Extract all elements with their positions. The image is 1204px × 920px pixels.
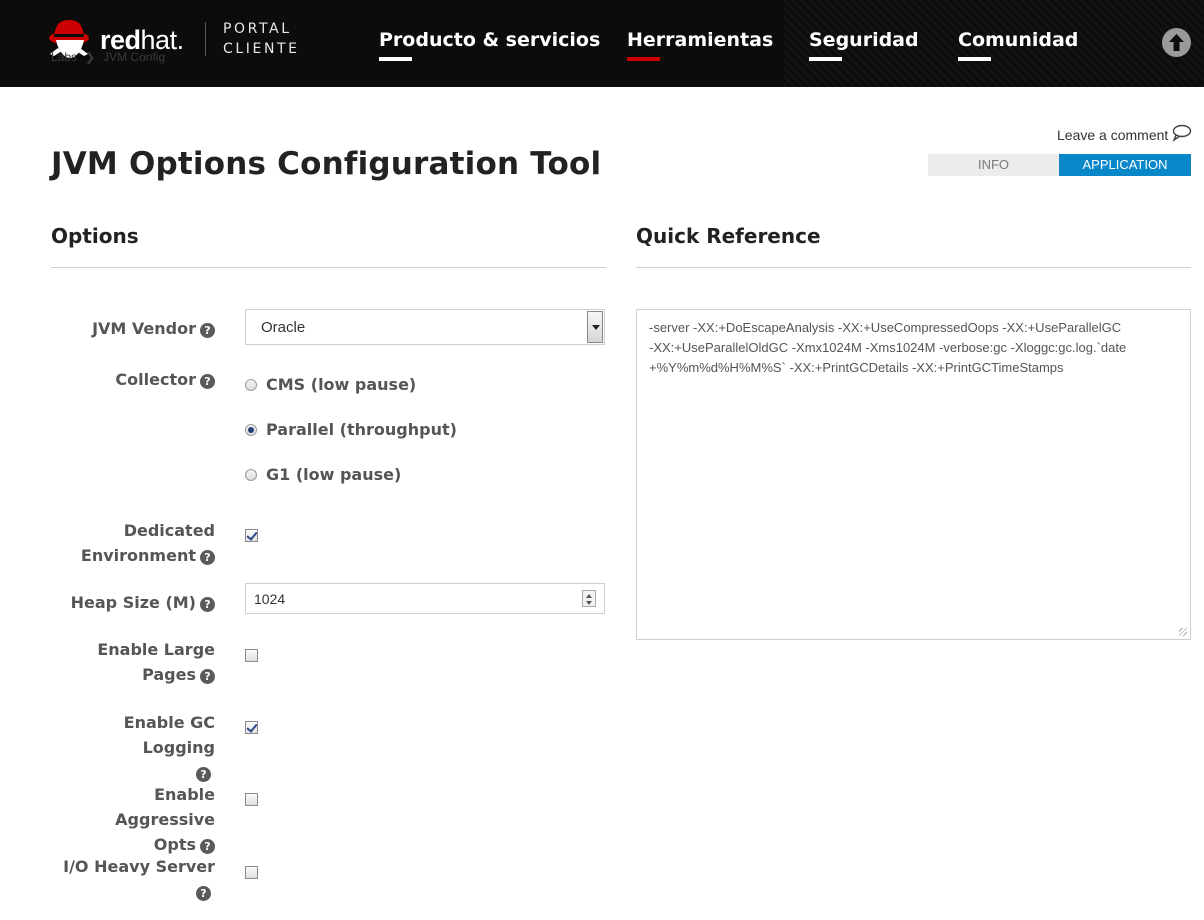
heap-size-label: Heap Size (M)? bbox=[51, 590, 215, 615]
help-icon[interactable]: ? bbox=[200, 597, 215, 612]
gc-logging-label: Enable GC Logging ? bbox=[51, 710, 215, 785]
collector-cms-radio[interactable] bbox=[245, 379, 257, 391]
large-pages-label-line-2: Pages bbox=[142, 665, 196, 684]
chevron-down-icon[interactable] bbox=[587, 311, 603, 343]
aggressive-opts-checkbox[interactable] bbox=[245, 793, 258, 806]
arrow-up-circle-icon[interactable] bbox=[1162, 28, 1191, 57]
jvm-options-line: -XX:+UseParallelOldGC -Xmx1024M -Xms1024… bbox=[649, 340, 1127, 355]
heap-size-input[interactable]: 1024 bbox=[245, 583, 605, 614]
jvm-vendor-label: JVM Vendor? bbox=[51, 316, 215, 341]
tab-info[interactable]: INFO bbox=[928, 154, 1059, 176]
large-pages-label-line-1: Enable Large bbox=[97, 640, 215, 659]
header-divider bbox=[205, 22, 206, 56]
help-icon[interactable]: ? bbox=[200, 839, 215, 854]
nav-seguridad[interactable]: Seguridad bbox=[809, 29, 919, 51]
collector-parallel-radio[interactable] bbox=[245, 424, 257, 436]
tab-application[interactable]: APPLICATION bbox=[1059, 154, 1191, 176]
top-navigation-bar: redhat. PORTAL CLIENTE Labs ❯ JVM Config P… bbox=[0, 0, 1204, 87]
nav-producto-servicios[interactable]: Producto & servicios bbox=[379, 29, 600, 51]
gc-logging-checkbox[interactable] bbox=[245, 721, 258, 734]
nav-herramientas[interactable]: Herramientas bbox=[627, 29, 773, 51]
dedicated-label-line-2: Environment bbox=[80, 546, 196, 565]
portal-line-1: PORTAL bbox=[223, 21, 292, 37]
help-icon[interactable]: ? bbox=[196, 886, 211, 901]
page-title: JVM Options Configuration Tool bbox=[51, 146, 602, 182]
help-icon[interactable]: ? bbox=[200, 669, 215, 684]
jvm-vendor-value: Oracle bbox=[261, 319, 306, 336]
view-tabs: INFO APPLICATION bbox=[928, 154, 1191, 176]
aggressive-label-line-2: Opts bbox=[153, 835, 196, 854]
collector-label: Collector? bbox=[51, 367, 215, 392]
jvm-options-line: +%Y%m%d%H%M%S` -XX:+PrintGCDetails -XX:+… bbox=[649, 360, 1064, 375]
aggressive-opts-label: Enable Aggressive Opts? bbox=[51, 782, 215, 857]
jvm-vendor-select[interactable]: Oracle bbox=[245, 309, 605, 345]
quick-reference-textarea[interactable]: -server -XX:+DoEscapeAnalysis -XX:+UseCo… bbox=[636, 309, 1191, 640]
collector-g1-label[interactable]: G1 (low pause) bbox=[266, 465, 401, 484]
large-pages-label: Enable Large Pages? bbox=[51, 637, 215, 687]
heap-size-label-text: Heap Size (M) bbox=[70, 593, 196, 612]
breadcrumb-labs[interactable]: Labs bbox=[51, 50, 77, 64]
number-stepper-icon[interactable] bbox=[582, 590, 596, 607]
help-icon[interactable]: ? bbox=[200, 374, 215, 389]
breadcrumb-jvm-config: JVM Config bbox=[103, 50, 166, 64]
io-heavy-label: I/O Heavy Server ? bbox=[51, 854, 215, 904]
portal-cliente-label[interactable]: PORTAL CLIENTE bbox=[223, 19, 300, 59]
options-heading: Options bbox=[51, 224, 139, 248]
help-icon[interactable]: ? bbox=[200, 323, 215, 338]
dedicated-environment-checkbox[interactable] bbox=[245, 529, 258, 542]
leave-comment-link[interactable]: Leave a comment bbox=[1057, 127, 1168, 143]
nav-underline bbox=[379, 57, 412, 61]
jvm-vendor-label-text: JVM Vendor bbox=[92, 319, 196, 338]
quick-reference-heading: Quick Reference bbox=[636, 224, 821, 248]
options-divider bbox=[51, 267, 606, 268]
collector-g1-radio[interactable] bbox=[245, 469, 257, 481]
aggressive-label-line-1: Enable Aggressive bbox=[115, 785, 215, 829]
speech-bubble-icon[interactable] bbox=[1172, 124, 1192, 142]
quick-reference-divider bbox=[636, 267, 1191, 268]
heap-size-value: 1024 bbox=[254, 591, 286, 607]
nav-underline bbox=[958, 57, 991, 61]
breadcrumb-separator-icon: ❯ bbox=[85, 50, 96, 64]
breadcrumb: Labs ❯ JVM Config bbox=[51, 50, 165, 64]
jvm-options-line: -server -XX:+DoEscapeAnalysis -XX:+UseCo… bbox=[649, 320, 1122, 335]
large-pages-checkbox[interactable] bbox=[245, 649, 258, 662]
gc-logging-label-text: Enable GC Logging bbox=[123, 713, 215, 757]
nav-underline bbox=[809, 57, 842, 61]
nav-comunidad[interactable]: Comunidad bbox=[958, 29, 1078, 51]
collector-parallel-label[interactable]: Parallel (throughput) bbox=[266, 420, 457, 439]
dedicated-label-line-1: Dedicated bbox=[123, 521, 215, 540]
dedicated-environment-label: Dedicated Environment? bbox=[51, 518, 215, 568]
io-heavy-label-text: I/O Heavy Server bbox=[63, 857, 215, 876]
resize-grip-icon[interactable] bbox=[1179, 628, 1187, 636]
collector-label-text: Collector bbox=[115, 370, 196, 389]
portal-line-2: CLIENTE bbox=[223, 41, 300, 57]
collector-cms-label[interactable]: CMS (low pause) bbox=[266, 375, 416, 394]
nav-active-underline bbox=[627, 57, 660, 61]
help-icon[interactable]: ? bbox=[196, 767, 211, 782]
io-heavy-checkbox[interactable] bbox=[245, 866, 258, 879]
help-icon[interactable]: ? bbox=[200, 550, 215, 565]
